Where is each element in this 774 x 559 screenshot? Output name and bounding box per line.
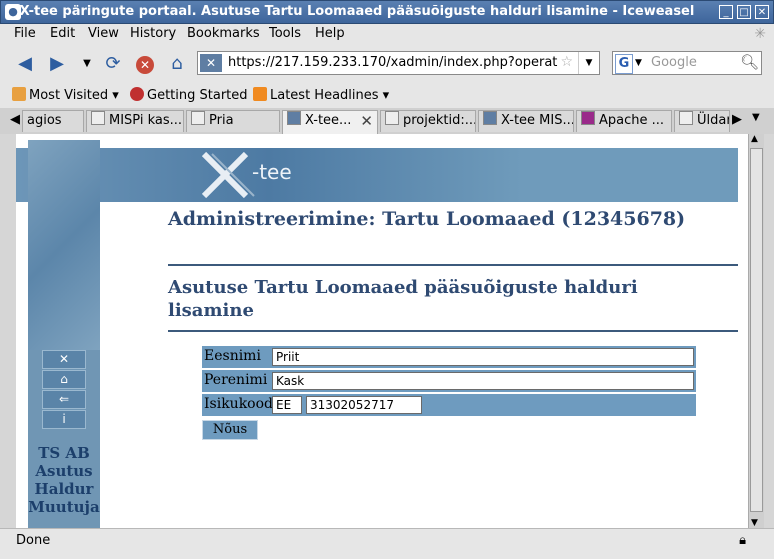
search-input[interactable]: Google (651, 55, 697, 70)
apache-feather-icon (581, 111, 595, 125)
tab-projektid[interactable]: projektid:... (380, 110, 476, 132)
menu-file[interactable]: File (14, 26, 36, 41)
menu-bookmarks[interactable]: Bookmarks (187, 26, 260, 41)
minimize-button[interactable]: _ (719, 5, 733, 19)
wiki-icon (385, 111, 399, 125)
menu-edit[interactable]: Edit (50, 26, 75, 41)
side-decor (28, 140, 100, 350)
close-icon[interactable]: ✕ (42, 350, 86, 369)
xtee-banner: -tee (16, 148, 738, 202)
xtee-favicon-icon (483, 111, 497, 125)
stop-icon: ✕ (136, 56, 154, 74)
page-icon (679, 111, 693, 125)
history-dropdown-icon[interactable]: ▼ (74, 52, 100, 76)
perenimi-input[interactable]: Kask (272, 372, 694, 390)
home-icon[interactable]: ⌂ (42, 370, 86, 389)
window-titlebar: ● X-tee päringute portaal. Asutuse Tartu… (0, 0, 774, 24)
tab-xtee-active[interactable]: X-tee... ✕ (282, 110, 378, 134)
scrollbar-thumb[interactable] (750, 148, 763, 512)
back-button[interactable]: ◀ (12, 52, 38, 76)
tab-xtee-mis[interactable]: X-tee MIS... (478, 110, 574, 132)
url-text[interactable]: https://217.159.233.170/xadmin/index.php… (228, 55, 558, 70)
back-arrow-icon[interactable]: ⇐ (42, 390, 86, 409)
bookmark-getting-started[interactable]: Getting Started (130, 87, 248, 103)
search-box[interactable]: G ▼ Google 🔍︎ (612, 51, 762, 75)
menu-tools[interactable]: Tools (269, 26, 301, 41)
info-icon[interactable]: i (42, 410, 86, 429)
tab-mispi[interactable]: MISPi kas... (86, 110, 184, 132)
vertical-scrollbar[interactable]: ▲ ▼ (748, 134, 764, 528)
bookmarks-toolbar: Most Visited ▾ Getting Started Latest He… (0, 82, 774, 109)
side-column: ✕ ⌂ ⇐ i TS AB Asutus Haldur Muutuja (28, 140, 100, 528)
section-title: Asutuse Tartu Loomaaed pääsuõiguste hald… (168, 277, 638, 321)
xtee-favicon-icon (287, 111, 301, 125)
side-menu-muutuja[interactable]: Muutuja (28, 498, 100, 516)
google-engine-icon[interactable]: G (615, 54, 633, 74)
eesnimi-label: Eesnimi (204, 348, 261, 364)
debian-icon (130, 87, 144, 101)
isikukood-label: Isikukood (204, 396, 273, 412)
tab-pria[interactable]: Pria (186, 110, 280, 132)
scroll-up-icon[interactable]: ▲ (751, 134, 758, 144)
frame-left (0, 134, 16, 528)
isikukood-input[interactable]: 31302052717 (306, 396, 422, 414)
divider (168, 330, 738, 332)
menu-bar: File Edit View History Bookmarks Tools H… (0, 24, 774, 47)
page-icon (191, 111, 205, 125)
divider (168, 264, 738, 266)
menu-history[interactable]: History (130, 26, 176, 41)
bookmark-most-visited[interactable]: Most Visited ▾ (12, 87, 119, 103)
rss-icon (253, 87, 267, 101)
submit-button[interactable]: Nõus (202, 420, 258, 440)
side-menu-asutus[interactable]: Asutus (28, 462, 100, 480)
lock-icon[interactable]: 🔒︎ (739, 533, 746, 548)
url-bar[interactable]: ✕ https://217.159.233.170/xadmin/index.p… (197, 51, 600, 75)
scroll-down-icon[interactable]: ▼ (751, 518, 758, 528)
tabs-scroll-left-icon[interactable]: ◀ (10, 112, 20, 127)
tab-uldan[interactable]: Üldan (674, 110, 730, 132)
page-icon (91, 111, 105, 125)
close-tab-icon[interactable]: ✕ (360, 111, 373, 131)
page-title: Administreerimine: Tartu Loomaaed (12345… (168, 208, 686, 230)
form-row-isikukood: Isikukood EE 31302052717 (202, 394, 696, 416)
forward-button[interactable]: ▶ (44, 52, 70, 76)
tabs-list-icon[interactable]: ▼ (752, 112, 760, 123)
reload-icon[interactable]: ⟳ (100, 52, 126, 76)
form-row-eesnimi: Eesnimi Priit (202, 346, 696, 368)
side-menu: TS AB Asutus Haldur Muutuja (28, 444, 100, 516)
maximize-button[interactable]: □ (737, 5, 751, 19)
page-content: -tee ✕ ⌂ ⇐ i TS AB Asutus Haldur Muutuja… (16, 134, 748, 528)
throbber-icon: ✳ (754, 26, 766, 42)
tab-bar: ◀ agios MISPi kas... Pria X-tee... ✕ proj… (0, 108, 774, 135)
folder-icon (12, 87, 26, 101)
side-menu-haldur[interactable]: Haldur (28, 480, 100, 498)
tab-apache[interactable]: Apache ... (576, 110, 672, 132)
tab-agios[interactable]: agios (22, 110, 84, 132)
site-favicon-icon: ✕ (200, 54, 222, 72)
status-text: Done (16, 533, 51, 548)
search-icon[interactable]: 🔍︎ (740, 53, 759, 71)
url-dropdown-icon[interactable]: ▼ (578, 52, 599, 74)
stop-button[interactable]: ✕ (132, 52, 158, 76)
bookmark-latest-headlines[interactable]: Latest Headlines ▾ (253, 87, 389, 103)
menu-help[interactable]: Help (315, 26, 345, 41)
perenimi-label: Perenimi (204, 372, 268, 388)
tabs-scroll-right-icon[interactable]: ▶ (732, 112, 742, 127)
logo-text: -tee (252, 160, 292, 184)
frame-right (764, 134, 774, 528)
side-menu-ts-ab[interactable]: TS AB (28, 444, 100, 462)
engine-dropdown-icon[interactable]: ▼ (635, 52, 642, 74)
form-row-perenimi: Perenimi Kask (202, 370, 696, 392)
status-bar: Done 🔒︎ (0, 528, 774, 559)
country-code-input[interactable]: EE (272, 396, 302, 414)
bookmark-star-icon[interactable]: ☆ (560, 54, 573, 70)
menu-view[interactable]: View (88, 26, 119, 41)
eesnimi-input[interactable]: Priit (272, 348, 694, 366)
home-icon[interactable]: ⌂ (164, 52, 190, 76)
close-window-button[interactable]: ✕ (755, 5, 769, 19)
window-title: X-tee päringute portaal. Asutuse Tartu L… (19, 4, 695, 19)
